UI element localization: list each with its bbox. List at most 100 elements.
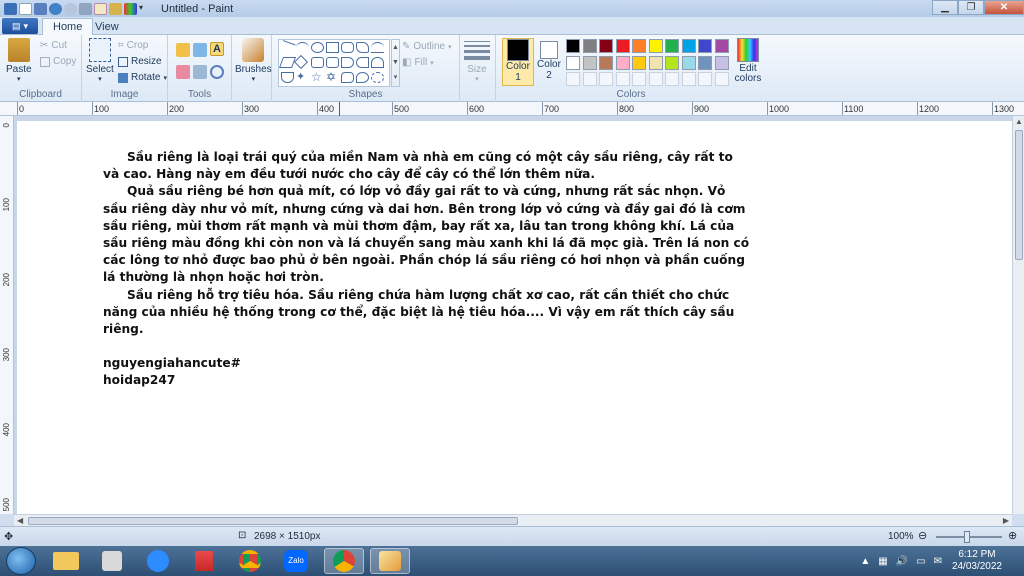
text-tool-icon[interactable]: A [210, 42, 224, 56]
copy-button[interactable]: Copy [40, 56, 76, 67]
palette-color-swatch[interactable] [582, 39, 597, 53]
palette-color-swatch[interactable] [648, 55, 663, 70]
palette-color-swatch[interactable] [566, 55, 580, 70]
palette-empty-swatch[interactable] [648, 72, 663, 86]
callout-rect-shape-icon[interactable] [341, 72, 354, 83]
volume-icon[interactable]: 🔊 [896, 556, 908, 567]
palette-color-swatch[interactable] [665, 55, 679, 70]
clock[interactable]: 6:12 PM 24/03/2022 [952, 549, 1002, 573]
four-point-star-shape-icon[interactable]: ✦ [296, 72, 309, 83]
zoom-meeting-icon[interactable] [138, 548, 178, 574]
magnifier-icon[interactable] [210, 65, 224, 79]
language-icon[interactable]: ✉ [934, 556, 942, 567]
paste-button[interactable]: Paste ▾ [6, 38, 32, 83]
up-arrow-shape-icon[interactable] [371, 57, 384, 68]
outline-button[interactable]: ✎ Outline ▾ [402, 41, 452, 52]
minimize-button[interactable]: ▁ [932, 0, 958, 15]
size-button[interactable]: Size ▾ [464, 38, 490, 83]
left-arrow-shape-icon[interactable] [356, 57, 369, 68]
palette-empty-swatch[interactable] [665, 72, 679, 86]
pencil-icon[interactable] [176, 43, 190, 57]
paint-app-icon[interactable] [4, 2, 17, 15]
palette-color-swatch[interactable] [599, 55, 613, 70]
restore-button[interactable]: ❐ [958, 0, 984, 15]
palette-empty-swatch[interactable] [566, 72, 580, 86]
polygon-shape-icon[interactable] [356, 42, 369, 53]
rectangle-shape-icon[interactable] [326, 42, 339, 53]
curve-shape-icon[interactable] [296, 42, 309, 53]
palette-color-swatch[interactable] [632, 39, 646, 53]
drawing-canvas[interactable]: Sầu riêng là loại trái quý của miền Nam … [17, 121, 1012, 514]
save-icon[interactable] [34, 2, 47, 15]
cut-button[interactable]: ✂ Cut [40, 40, 67, 51]
start-button[interactable] [6, 547, 36, 575]
callout-cloud-shape-icon[interactable] [371, 72, 384, 83]
scroll-left-icon[interactable]: ◀ [17, 516, 23, 525]
app-menu-button[interactable]: ▤ ▾ [2, 18, 38, 34]
show-hidden-icons[interactable]: ▲ [860, 556, 870, 567]
fill-bucket-icon[interactable] [193, 43, 207, 57]
battery-icon[interactable]: ▭ [916, 556, 925, 567]
six-point-star-shape-icon[interactable]: ✡ [326, 71, 339, 83]
hexagon-shape-icon[interactable] [326, 57, 339, 68]
palette-empty-swatch[interactable] [714, 72, 729, 86]
zoom-slider-thumb[interactable] [964, 531, 970, 543]
color1-button[interactable]: Color 1 [502, 38, 534, 86]
palette-empty-swatch[interactable] [615, 72, 630, 86]
palette-color-swatch[interactable] [698, 55, 712, 70]
text-box[interactable]: Sầu riêng là loại trái quý của miền Nam … [103, 149, 753, 390]
app-icon[interactable] [92, 548, 132, 574]
paste-icon[interactable] [109, 2, 122, 15]
horizontal-scrollbar[interactable]: ◀ ▶ [14, 514, 1012, 526]
pinned-app-icon[interactable] [184, 548, 224, 574]
network-icon[interactable]: ▦ [878, 556, 887, 567]
crop-button[interactable]: ⌗ Crop [118, 40, 148, 51]
horizontal-scroll-thumb[interactable] [28, 517, 518, 525]
select-button[interactable]: Select ▾ [86, 38, 114, 83]
zoom-in-icon[interactable]: ⊕ [1008, 529, 1017, 542]
resize-button[interactable]: Resize [118, 56, 162, 67]
vertical-scrollbar[interactable]: ▲ [1012, 116, 1024, 514]
color2-button[interactable]: Color 2 [536, 38, 562, 81]
palette-icon[interactable] [124, 2, 137, 15]
palette-color-swatch[interactable] [714, 39, 729, 53]
chrome-icon[interactable] [230, 548, 270, 574]
qat-dropdown-icon[interactable]: ▾ [139, 3, 147, 15]
palette-empty-swatch[interactable] [681, 72, 696, 86]
line-shape-icon[interactable] [279, 40, 296, 55]
color-picker-icon[interactable] [193, 65, 207, 79]
scroll-right-icon[interactable]: ▶ [1003, 516, 1009, 525]
palette-color-swatch[interactable] [615, 39, 630, 53]
shapes-scroll[interactable]: ▲ ▼ ▾ [391, 39, 400, 87]
down-arrow-shape-icon[interactable] [281, 72, 294, 83]
palette-color-swatch[interactable] [566, 39, 580, 53]
palette-color-swatch[interactable] [714, 55, 729, 70]
palette-color-swatch[interactable] [665, 39, 679, 53]
shapes-gallery[interactable]: ✦ ☆ ✡ [278, 39, 390, 87]
palette-color-swatch[interactable] [615, 55, 630, 70]
close-button[interactable]: ✕ [984, 0, 1024, 15]
document-icon[interactable] [94, 2, 107, 15]
palette-color-swatch[interactable] [582, 55, 597, 70]
brushes-button[interactable]: Brushes ▾ [235, 38, 272, 83]
rounded-rectangle-shape-icon[interactable] [341, 42, 354, 53]
redo-icon[interactable] [64, 2, 77, 15]
chrome-window-icon[interactable] [324, 548, 364, 574]
palette-color-swatch[interactable] [681, 55, 696, 70]
scroll-up-icon[interactable]: ▲ [1015, 117, 1023, 126]
palette-color-swatch[interactable] [681, 39, 696, 53]
eraser-icon[interactable] [176, 65, 190, 79]
palette-empty-swatch[interactable] [698, 72, 712, 86]
palette-color-swatch[interactable] [698, 39, 712, 53]
palette-empty-swatch[interactable] [599, 72, 613, 86]
palette-color-swatch[interactable] [648, 39, 663, 53]
diamond-shape-icon[interactable] [293, 54, 309, 70]
callout-oval-shape-icon[interactable] [356, 72, 369, 83]
paint-taskbar-icon[interactable] [370, 548, 410, 574]
fill-button[interactable]: ◧ Fill ▾ [402, 57, 434, 68]
rotate-button[interactable]: Rotate ▾ [118, 72, 167, 83]
zalo-icon[interactable]: Zalo [276, 548, 316, 574]
palette-empty-swatch[interactable] [582, 72, 597, 86]
undo-icon[interactable] [49, 2, 62, 15]
five-point-star-shape-icon[interactable]: ☆ [311, 71, 324, 83]
